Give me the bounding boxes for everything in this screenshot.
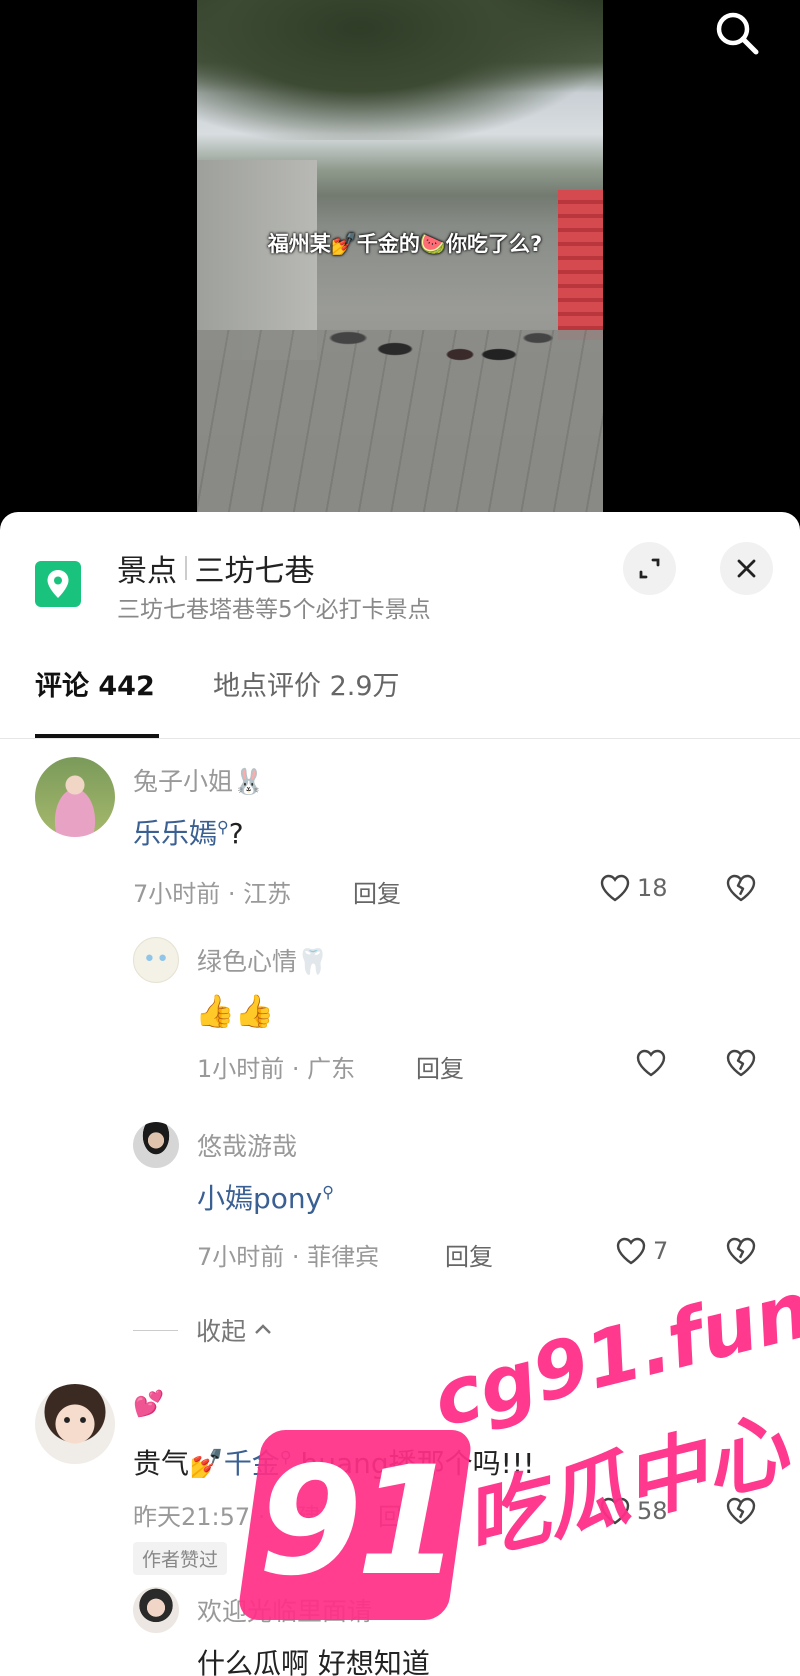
comment-text: 乐乐嫣⚲? [133, 817, 244, 850]
reply-button[interactable]: 回复 [353, 874, 401, 909]
location-name: 三坊七巷 [194, 554, 315, 589]
location-category: 景点 [117, 554, 177, 589]
title-separator [185, 556, 187, 580]
search-icon: ⚲ [217, 817, 229, 837]
close-icon [737, 559, 756, 578]
video-scenery [317, 305, 577, 415]
collapse-label: 收起 [196, 1317, 247, 1346]
like-count: 58 [637, 1497, 668, 1525]
avatar[interactable] [133, 937, 179, 983]
heart-icon [616, 1237, 646, 1265]
broken-heart-icon[interactable] [723, 1045, 759, 1081]
search-link[interactable]: 乐乐嫣 [133, 817, 217, 850]
video-caption: 福州某💅千金的🍉你吃了么? [267, 232, 543, 256]
tab-location-reviews[interactable]: 地点评价 2.9万 [213, 664, 400, 703]
search-icon: ⚲ [279, 1447, 292, 1467]
broken-heart-icon[interactable] [723, 1493, 759, 1529]
like-button[interactable]: 18 [597, 870, 668, 906]
expand-icon [639, 558, 660, 579]
avatar[interactable] [133, 1122, 179, 1168]
location-subtitle[interactable]: 三坊七巷塔巷等5个必打卡景点 [117, 590, 431, 624]
tab-comments[interactable]: 评论 442 [35, 664, 155, 703]
tab-divider [0, 738, 800, 739]
location-title[interactable]: 景点 三坊七巷 [117, 546, 315, 590]
search-icon: ⚲ [322, 1182, 334, 1202]
broken-heart-icon[interactable] [723, 870, 759, 906]
comment-time-location: 昨天21:57 · 福建 [133, 1503, 322, 1531]
reply-text: 什么瓜啊 好想知道 [197, 1647, 430, 1676]
reply-button[interactable]: 回复 [416, 1049, 464, 1084]
reply-username[interactable]: 悠哉游哉 [197, 1127, 297, 1163]
video-scenery [197, 0, 603, 140]
avatar[interactable] [133, 1587, 179, 1633]
video-area[interactable]: 福州某💅千金的🍉你吃了么? [0, 0, 800, 520]
close-button[interactable] [720, 542, 773, 595]
like-count: 7 [653, 1237, 669, 1265]
reply-username[interactable]: 绿色心情🦷 [197, 942, 328, 978]
like-button[interactable]: 58 [597, 1493, 668, 1529]
comment-username[interactable]: 兔子小姐🐰 [133, 762, 264, 798]
reply-button[interactable]: 回复 [445, 1237, 493, 1272]
search-link[interactable]: 小嫣pony [197, 1182, 322, 1215]
heart-icon [636, 1049, 666, 1077]
avatar[interactable] [35, 1384, 115, 1464]
search-icon[interactable] [712, 8, 762, 58]
search-link[interactable]: 千金 [224, 1447, 280, 1480]
location-pin-icon [35, 561, 81, 607]
comment-sheet: 景点 三坊七巷 三坊七巷塔巷等5个必打卡景点 评论 442 地点评价 2.9万 … [0, 512, 800, 1676]
reply-username[interactable]: 欢迎光临里面请 [197, 1592, 372, 1628]
expand-button[interactable] [623, 542, 676, 595]
reply-time-location: 1小时前 · 广东 [197, 1055, 356, 1083]
like-button[interactable] [633, 1045, 669, 1081]
heart-icon [600, 1497, 630, 1525]
avatar[interactable] [35, 757, 115, 837]
reply-text: 小嫣pony⚲ [197, 1177, 334, 1217]
collapse-replies-button[interactable]: 收起 [133, 1312, 276, 1348]
heart-icon [600, 874, 630, 902]
reply-text: 👍👍 [195, 992, 275, 1030]
like-button[interactable]: 7 [613, 1233, 668, 1269]
like-count: 18 [637, 874, 668, 902]
comment-time-location: 7小时前 · 江苏 [133, 880, 292, 908]
chevron-up-icon [255, 1324, 271, 1334]
reply-time-location: 7小时前 · 菲律宾 [197, 1243, 380, 1271]
comment-text: 贵气💅千金⚲ huang播那个吗!!! [133, 1447, 535, 1480]
broken-heart-icon[interactable] [723, 1233, 759, 1269]
reply-button[interactable]: 回复 [378, 1497, 426, 1532]
comment-username[interactable]: 💕 [133, 1389, 164, 1419]
author-liked-badge: 作者赞过 [133, 1542, 228, 1575]
collapse-line [133, 1329, 178, 1331]
